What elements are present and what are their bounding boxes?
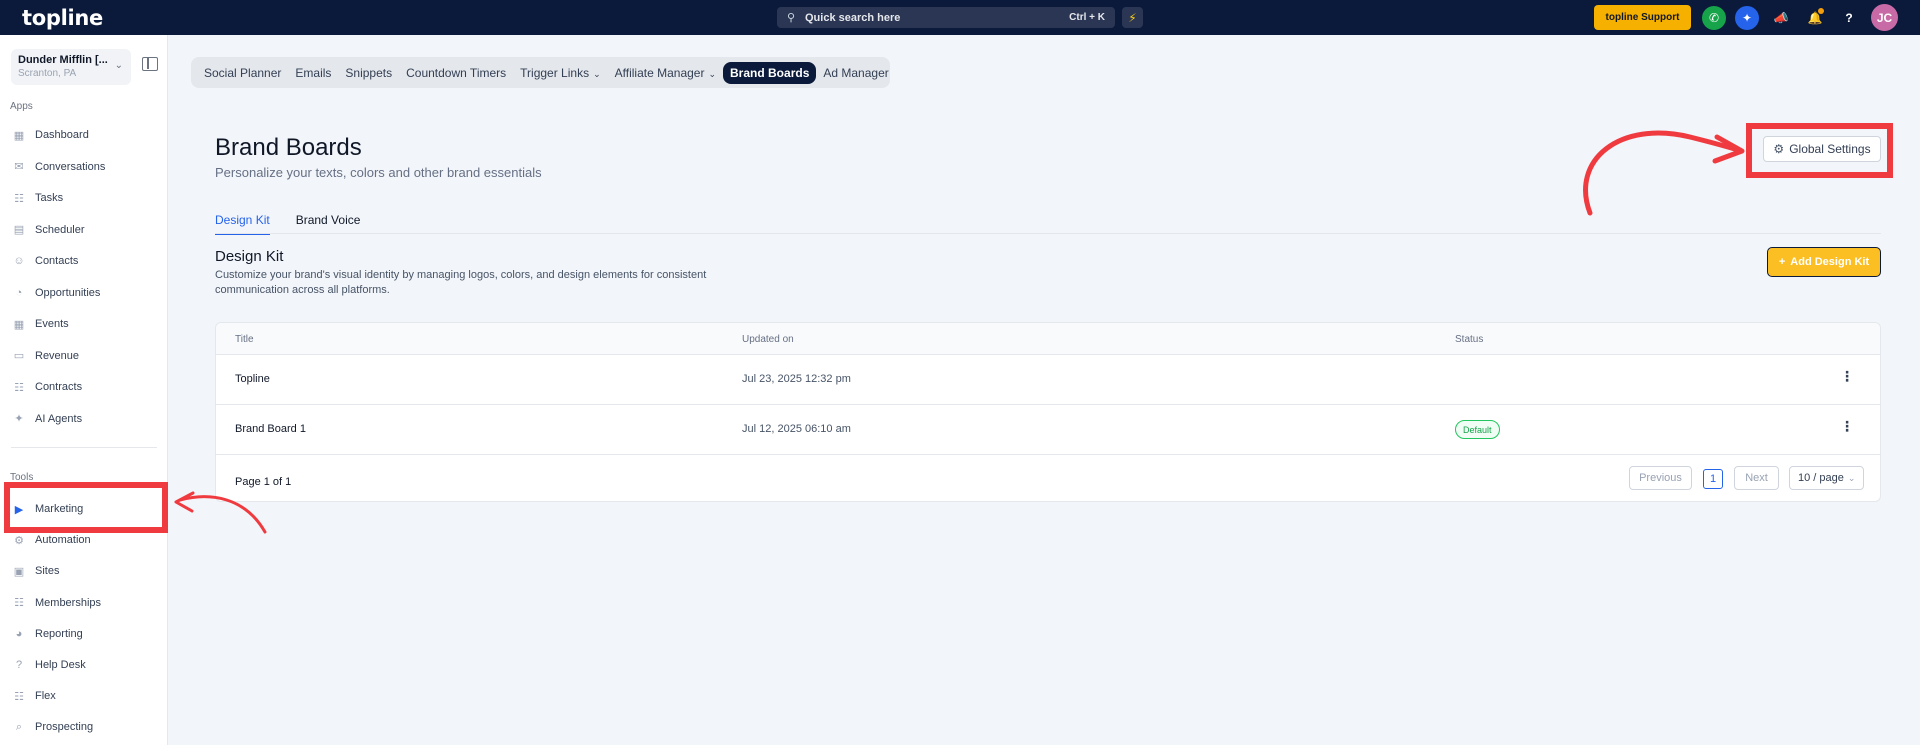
annotation-arrows — [174, 130, 1745, 534]
arrow-to-global-settings — [1583, 130, 1741, 216]
arrow-head-marketing — [174, 491, 195, 513]
arrow-to-marketing — [178, 495, 267, 534]
